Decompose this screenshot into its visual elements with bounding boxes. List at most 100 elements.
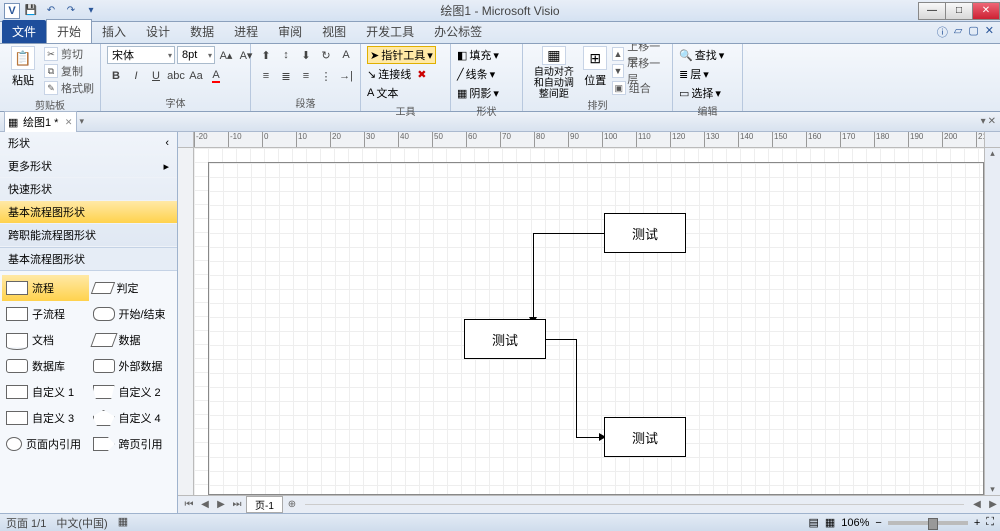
cross-functional-shapes[interactable]: 跨职能流程图形状 bbox=[0, 224, 177, 247]
connector[interactable] bbox=[576, 437, 601, 438]
help-icon[interactable]: ⓘ bbox=[937, 24, 948, 40]
align-bottom-button[interactable]: ⬇ bbox=[297, 46, 315, 64]
macro-icon[interactable]: ▦ bbox=[118, 515, 128, 531]
auto-align-button[interactable]: ▦ 自动对齐和自动调整间距 bbox=[529, 46, 579, 96]
qat-dropdown-icon[interactable]: ▾ bbox=[82, 3, 100, 19]
close-tab-icon[interactable]: ✕ bbox=[65, 117, 73, 128]
connector[interactable] bbox=[533, 233, 534, 319]
shape-stencil-item[interactable]: 外部数据 bbox=[89, 353, 176, 379]
page-first-button[interactable]: ⏮ bbox=[182, 499, 196, 510]
flowchart-box[interactable]: 测试 bbox=[604, 213, 686, 253]
connector[interactable] bbox=[546, 339, 576, 340]
shape-stencil-item[interactable]: 自定义 2 bbox=[89, 379, 176, 405]
fill-button[interactable]: ◧填充▾ bbox=[457, 46, 499, 64]
hscroll-area[interactable] bbox=[305, 504, 964, 505]
maximize-button[interactable]: □ bbox=[945, 2, 973, 20]
strike-button[interactable]: abc bbox=[167, 67, 185, 85]
tab-process[interactable]: 进程 bbox=[224, 20, 268, 43]
italic-button[interactable]: I bbox=[127, 67, 145, 85]
text-tool-button[interactable]: A文本 bbox=[367, 84, 398, 102]
zoom-out-button[interactable]: − bbox=[875, 517, 881, 529]
shape-stencil-item[interactable]: 开始/结束 bbox=[89, 301, 176, 327]
select-button[interactable]: ▭选择▾ bbox=[679, 84, 721, 102]
shapes-title[interactable]: 形状‹ bbox=[0, 132, 177, 155]
fit-page-icon[interactable]: ⛶ bbox=[986, 516, 994, 529]
tab-data[interactable]: 数据 bbox=[180, 20, 224, 43]
tab-review[interactable]: 审阅 bbox=[268, 20, 312, 43]
shape-stencil-item[interactable]: 自定义 1 bbox=[2, 379, 89, 405]
shape-stencil-item[interactable]: 判定 bbox=[89, 275, 176, 301]
font-color-button[interactable]: A bbox=[207, 67, 225, 85]
tab-view[interactable]: 视图 bbox=[312, 20, 356, 43]
doctab-dropdown-icon[interactable]: ▾ bbox=[79, 116, 84, 127]
line-button[interactable]: ╱线条▾ bbox=[457, 65, 495, 83]
hscroll-left-button[interactable]: ◀ bbox=[970, 499, 984, 510]
shape-stencil-item[interactable]: 跨页引用 bbox=[89, 431, 176, 457]
page-prev-button[interactable]: ◀ bbox=[198, 499, 212, 510]
canvas[interactable]: 测试 测试 测试 bbox=[194, 148, 984, 495]
basic-flowchart-shapes[interactable]: 基本流程图形状 bbox=[0, 201, 177, 224]
shape-stencil-item[interactable]: 数据库 bbox=[2, 353, 89, 379]
page-next-button[interactable]: ▶ bbox=[214, 499, 228, 510]
shape-stencil-item[interactable]: 流程 bbox=[2, 275, 89, 301]
minimize-button[interactable]: — bbox=[918, 2, 946, 20]
hscroll-right-button[interactable]: ▶ bbox=[986, 499, 1000, 510]
more-shapes[interactable]: 更多形状▸ bbox=[0, 155, 177, 178]
tab-insert[interactable]: 插入 bbox=[92, 20, 136, 43]
page-tab[interactable]: 页-1 bbox=[246, 496, 283, 513]
view-normal-icon[interactable]: ▤ bbox=[808, 516, 818, 529]
close-button[interactable]: ✕ bbox=[972, 2, 1000, 20]
orientation-button[interactable]: ↻ bbox=[317, 46, 335, 64]
save-icon[interactable]: 💾 bbox=[22, 3, 40, 19]
send-back-button[interactable]: ▼下移一层 bbox=[612, 63, 666, 79]
case-button[interactable]: Aa bbox=[187, 67, 205, 85]
page-last-button[interactable]: ⏭ bbox=[230, 499, 244, 510]
flowchart-box[interactable]: 测试 bbox=[464, 319, 546, 359]
zoom-in-button[interactable]: + bbox=[974, 517, 980, 529]
drawing-page[interactable]: 测试 测试 测试 bbox=[208, 162, 984, 495]
close-doc-icon[interactable]: ✕ bbox=[985, 24, 994, 40]
zoom-value[interactable]: 106% bbox=[841, 517, 869, 529]
connector-tool-button[interactable]: ↘连接线✖ bbox=[367, 65, 426, 83]
quick-shapes[interactable]: 快速形状 bbox=[0, 178, 177, 201]
align-center-button[interactable]: ≣ bbox=[277, 67, 295, 85]
vertical-scrollbar[interactable]: ▴▾ bbox=[984, 148, 1000, 495]
doctabs-close-icon[interactable]: ✕ bbox=[988, 116, 996, 127]
font-size-combo[interactable]: 8pt bbox=[177, 46, 215, 64]
language-status[interactable]: 中文(中国) bbox=[56, 515, 107, 531]
shape-stencil-item[interactable]: 文档 bbox=[2, 327, 89, 353]
copy-button[interactable]: ⧉复制 bbox=[44, 63, 94, 79]
shape-stencil-item[interactable]: 页面内引用 bbox=[2, 431, 89, 457]
new-page-button[interactable]: ⊕ bbox=[285, 499, 299, 510]
tab-home[interactable]: 开始 bbox=[46, 19, 92, 43]
font-name-combo[interactable]: 宋体 bbox=[107, 46, 175, 64]
tab-office[interactable]: 办公标签 bbox=[424, 20, 492, 43]
zoom-slider[interactable] bbox=[888, 521, 968, 525]
align-top-button[interactable]: ⬆ bbox=[257, 46, 275, 64]
restore-icon[interactable]: ▢ bbox=[968, 24, 978, 40]
app-icon[interactable]: V bbox=[4, 3, 20, 19]
paste-button[interactable]: 📋 粘贴 bbox=[6, 46, 40, 96]
connector[interactable] bbox=[533, 233, 604, 234]
view-wide-icon[interactable]: ▦ bbox=[825, 516, 835, 529]
undo-icon[interactable]: ↶ bbox=[42, 3, 60, 19]
align-right-button[interactable]: ≡ bbox=[297, 67, 315, 85]
shape-stencil-item[interactable]: 自定义 3 bbox=[2, 405, 89, 431]
document-tab[interactable]: ▦ 绘图1 * ✕ bbox=[4, 111, 77, 132]
grow-font-button[interactable]: A▴ bbox=[217, 46, 235, 64]
shadow-button[interactable]: ▦阴影▾ bbox=[457, 84, 499, 102]
text-direction-button[interactable]: A bbox=[337, 46, 355, 64]
doctabs-menu-icon[interactable]: ▾ bbox=[981, 116, 986, 127]
position-button[interactable]: ⊞ 位置 bbox=[583, 46, 608, 96]
align-left-button[interactable]: ≡ bbox=[257, 67, 275, 85]
find-button[interactable]: 🔍查找▾ bbox=[679, 46, 724, 64]
flowchart-box[interactable]: 测试 bbox=[604, 417, 686, 457]
shape-stencil-item[interactable]: 子流程 bbox=[2, 301, 89, 327]
indent-button[interactable]: →| bbox=[337, 67, 355, 85]
cut-button[interactable]: ✂剪切 bbox=[44, 46, 94, 62]
group-button[interactable]: ▣组合 bbox=[612, 80, 666, 96]
shape-stencil-item[interactable]: 自定义 4 bbox=[89, 405, 176, 431]
redo-icon[interactable]: ↷ bbox=[62, 3, 80, 19]
tab-dev[interactable]: 开发工具 bbox=[356, 20, 424, 43]
shape-stencil-item[interactable]: 数据 bbox=[89, 327, 176, 353]
